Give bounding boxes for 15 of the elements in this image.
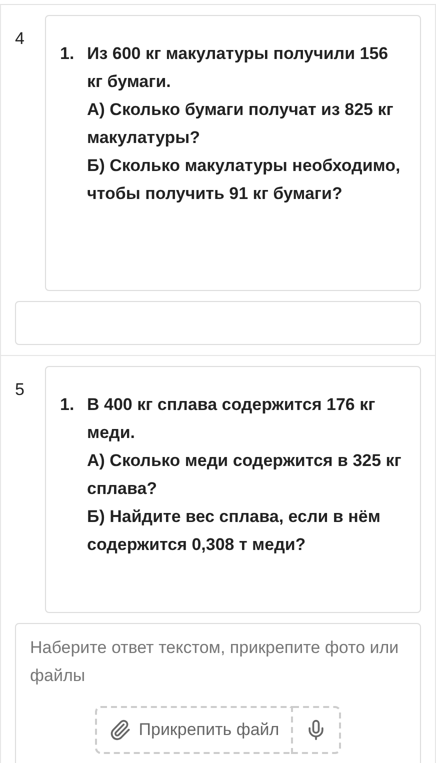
answer-field[interactable]: Наберите ответ текстом, прикрепите фото или файлы Прикрепить файл bbox=[15, 623, 421, 763]
paperclip-icon bbox=[108, 719, 131, 741]
task-text: Б) Найдите вес сплава, если в нём содержится 0,308 т меди? bbox=[87, 506, 382, 556]
task-text: Из 600 кг макулатуры получили 156 кг бумаги. bbox=[87, 43, 390, 93]
task-text: В 400 кг сплава содержится 176 кг меди. bbox=[87, 394, 376, 444]
task-number: 5 bbox=[15, 379, 26, 400]
list-marker: 1. bbox=[60, 43, 76, 65]
answer-field[interactable] bbox=[15, 301, 421, 345]
microphone-button[interactable] bbox=[293, 706, 342, 754]
list-marker: 1. bbox=[60, 394, 76, 416]
task-text: А) Сколько меди содержится в 325 кг сплава? bbox=[87, 450, 402, 500]
task-text: Б) Сколько макулатуры необходимо, чтобы получить 91 кг бумаги? bbox=[87, 155, 402, 205]
task-number: 4 bbox=[15, 28, 26, 49]
task-text: А) Сколько бумаги получат из 825 кг макулатуры? bbox=[87, 99, 394, 149]
attach-file-button[interactable]: Прикрепить файл bbox=[94, 706, 294, 754]
